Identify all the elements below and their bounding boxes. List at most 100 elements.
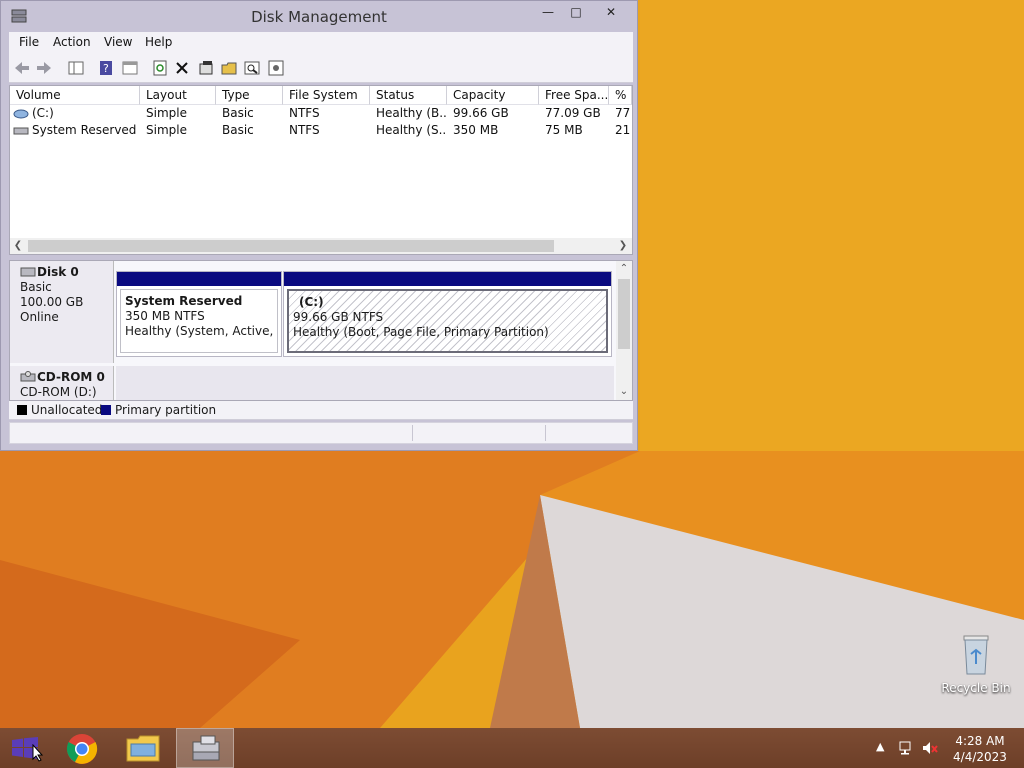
disk-icon xyxy=(20,267,36,277)
volume-layout: Simple xyxy=(146,106,187,120)
partition-details: System Reserved 350 MB NTFS Healthy (Sys… xyxy=(120,289,278,353)
volume-percent-free: 77 xyxy=(615,106,631,120)
legend: Unallocated Primary partition xyxy=(9,401,633,420)
menu-bar: File Action View Help xyxy=(9,32,633,55)
title-bar[interactable]: Disk Management — □ ✕ xyxy=(1,1,637,31)
clock[interactable]: 4:28 AM 4/4/2023 xyxy=(948,733,1012,765)
file-explorer-taskbar-button[interactable] xyxy=(114,728,172,768)
taskbar: ▲ 4:28 AM 4/4/2023 xyxy=(0,728,1024,768)
volume-status: Healthy (B... xyxy=(376,106,447,120)
start-button[interactable] xyxy=(0,728,52,768)
settings-icon[interactable] xyxy=(267,59,285,77)
search-icon[interactable] xyxy=(243,59,261,77)
volume-file-system: NTFS xyxy=(289,123,320,137)
scroll-down-icon[interactable]: ⌄ xyxy=(617,385,631,399)
disk-map: Disk 0 Basic 100.00 GB Online System Res… xyxy=(9,260,633,401)
volume-list[interactable]: Volume Layout Type File System Status Ca… xyxy=(9,85,633,255)
disk-name: Disk 0 xyxy=(37,265,79,279)
column-type[interactable]: Type xyxy=(216,86,283,105)
volume-layout: Simple xyxy=(146,123,187,137)
volume-free-space: 75 MB xyxy=(545,123,583,137)
volume-type: Basic xyxy=(222,123,254,137)
cdrom-name: CD-ROM 0 xyxy=(37,370,105,384)
legend-unallocated: Unallocated xyxy=(31,403,103,417)
console-tree-icon[interactable] xyxy=(67,59,85,77)
status-divider xyxy=(545,425,546,441)
volume-free-space: 77.09 GB xyxy=(545,106,601,120)
recycle-bin-icon xyxy=(963,635,989,675)
cdrom-0-label[interactable]: CD-ROM 0 CD-ROM (D:) xyxy=(10,366,114,400)
chrome-taskbar-button[interactable] xyxy=(54,728,112,768)
partition-details: (C:) 99.66 GB NTFS Healthy (Boot, Page F… xyxy=(287,289,608,353)
scroll-up-icon[interactable]: ⌃ xyxy=(617,262,631,276)
disk-management-icon xyxy=(192,735,220,761)
column-layout[interactable]: Layout xyxy=(140,86,216,105)
disk-type: Basic xyxy=(20,280,52,294)
menu-view[interactable]: View xyxy=(104,35,132,49)
minimize-button[interactable]: — xyxy=(533,1,563,23)
network-icon[interactable] xyxy=(898,740,914,756)
disk-management-taskbar-button[interactable] xyxy=(176,728,234,768)
disk-state: Online xyxy=(20,310,59,324)
horizontal-scrollbar[interactable]: ❮ ❯ xyxy=(10,238,632,254)
disk-management-window: Disk Management — □ ✕ File Action View H… xyxy=(0,0,638,451)
maximize-button[interactable]: □ xyxy=(561,1,591,23)
cdrom-region[interactable] xyxy=(116,366,614,400)
primary-partition-bar xyxy=(284,272,611,286)
disk-size: 100.00 GB xyxy=(20,295,84,309)
volume-status: Healthy (S... xyxy=(376,123,447,137)
scrollbar-thumb[interactable] xyxy=(618,279,630,349)
volume-capacity: 350 MB xyxy=(453,123,499,137)
menu-action[interactable]: Action xyxy=(53,35,91,49)
recycle-bin-label: Recycle Bin xyxy=(941,681,1011,695)
volume-capacity: 99.66 GB xyxy=(453,106,509,120)
scroll-right-icon[interactable]: ❯ xyxy=(616,239,630,253)
delete-icon[interactable] xyxy=(173,59,191,77)
primary-partition-bar xyxy=(117,272,281,286)
help-icon[interactable]: ? xyxy=(97,59,115,77)
open-icon[interactable] xyxy=(220,59,238,77)
status-divider xyxy=(412,425,413,441)
properties-icon[interactable] xyxy=(121,59,139,77)
volume-muted-icon[interactable] xyxy=(922,740,938,756)
vertical-scrollbar[interactable]: ⌃ ⌄ xyxy=(616,261,632,400)
new-icon[interactable] xyxy=(197,59,215,77)
volume-file-system: NTFS xyxy=(289,106,320,120)
volume-name: System Reserved xyxy=(32,123,137,137)
mouse-cursor-icon xyxy=(32,744,44,762)
scroll-left-icon[interactable]: ❮ xyxy=(11,239,25,253)
forward-icon[interactable] xyxy=(35,59,53,77)
column-file-system[interactable]: File System xyxy=(283,86,370,105)
toolbar: ? xyxy=(9,54,633,83)
partition-name: (C:) xyxy=(299,295,324,309)
recycle-bin[interactable]: Recycle Bin xyxy=(940,630,1012,695)
volume-percent-free: 21 xyxy=(615,123,631,137)
partition-name: System Reserved xyxy=(125,294,243,308)
status-bar xyxy=(9,422,633,444)
chrome-icon xyxy=(66,734,98,764)
folder-icon xyxy=(126,735,160,762)
cdrom-icon xyxy=(20,371,36,382)
column-free-space[interactable]: Free Spa... xyxy=(539,86,609,105)
close-button[interactable]: ✕ xyxy=(588,1,634,23)
column-status[interactable]: Status xyxy=(370,86,447,105)
refresh-icon[interactable] xyxy=(151,59,169,77)
partition-system-reserved[interactable]: System Reserved 350 MB NTFS Healthy (Sys… xyxy=(116,271,282,357)
disk-0-label[interactable]: Disk 0 Basic 100.00 GB Online xyxy=(10,261,114,363)
table-row[interactable]: (C:) Simple Basic NTFS Healthy (B... 99.… xyxy=(10,105,632,122)
svg-text:?: ? xyxy=(103,62,109,75)
volume-type: Basic xyxy=(222,106,254,120)
back-icon[interactable] xyxy=(13,59,31,77)
column-capacity[interactable]: Capacity xyxy=(447,86,539,105)
menu-help[interactable]: Help xyxy=(145,35,172,49)
menu-file[interactable]: File xyxy=(19,35,39,49)
scrollbar-thumb[interactable] xyxy=(28,240,554,252)
cdrom-drive: CD-ROM (D:) xyxy=(20,385,97,399)
partition-c[interactable]: (C:) 99.66 GB NTFS Healthy (Boot, Page F… xyxy=(283,271,612,357)
legend-primary: Primary partition xyxy=(115,403,217,417)
show-hidden-icons-arrow[interactable]: ▲ xyxy=(876,740,884,753)
table-row[interactable]: System Reserved Simple Basic NTFS Health… xyxy=(10,122,632,139)
partition-size: 99.66 GB NTFS xyxy=(293,310,384,324)
column-percent-free[interactable]: % F xyxy=(609,86,632,105)
column-volume[interactable]: Volume xyxy=(10,86,140,105)
